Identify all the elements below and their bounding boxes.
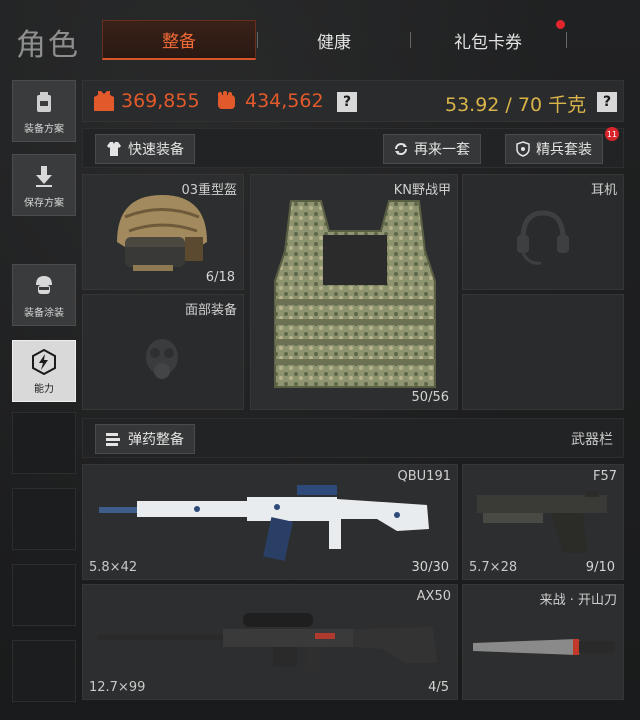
weapon-bar-label: 武器栏 — [571, 432, 613, 448]
armor-slot[interactable]: KN野战甲 50/56 — [250, 174, 458, 410]
sidearm-name: F57 — [592, 469, 617, 484]
secondary-weapon-caliber: 12.7×99 — [89, 680, 146, 695]
tab-health[interactable]: 健康 — [258, 20, 410, 60]
ammo-icon — [106, 433, 120, 446]
sidearm-slot[interactable]: F57 5.7×28 9/10 — [462, 464, 624, 580]
face-name: 面部装备 — [184, 303, 237, 318]
primary-weapon-caliber: 5.8×42 — [89, 560, 138, 575]
helmet-name: 03重型盔 — [181, 183, 237, 198]
sidebar-item-ability[interactable]: 能力 — [12, 340, 76, 402]
armor-value: 369,855 — [121, 90, 200, 112]
armor-vest-image — [274, 200, 436, 388]
lightning-icon — [32, 349, 56, 375]
sidebar-item-label: 能力 — [34, 384, 54, 395]
help-button[interactable]: ? — [337, 92, 357, 112]
stats-bar: 369,855 434,562 ? 53.92 / 70 千克 ? — [82, 80, 624, 122]
again-label: 再来一套 — [414, 142, 470, 158]
rifle-image — [99, 485, 429, 561]
tab-gift-cards[interactable]: 礼包卡券 — [412, 20, 564, 60]
sidebar-item-loadout[interactable]: 装备方案 — [12, 80, 76, 142]
helmet-durability: 6/18 — [205, 270, 235, 285]
weight-help-button[interactable]: ? — [597, 92, 617, 112]
sidebar-item-label: 保存方案 — [24, 198, 64, 209]
sidearm-caliber: 5.7×28 — [469, 560, 518, 575]
secondary-weapon-name: AX50 — [416, 589, 451, 604]
headset-name: 耳机 — [590, 183, 617, 198]
primary-weapon-ammo: 30/30 — [411, 560, 449, 575]
backpack-icon — [37, 92, 51, 112]
sidebar-empty-slot — [12, 412, 76, 474]
quick-equip-button[interactable]: 快速装备 — [95, 134, 195, 164]
helmet-image — [117, 195, 207, 271]
melee-slot[interactable]: 来战 · 开山刀 — [462, 584, 624, 700]
notification-dot — [556, 20, 565, 29]
sidebar-item-label: 装备方案 — [24, 124, 64, 135]
soldier-icon — [36, 276, 52, 294]
secondary-weapon-slot[interactable]: AX50 12.7×99 4/5 — [82, 584, 458, 700]
shield-icon — [516, 141, 530, 157]
melee-name: 来战 · 开山刀 — [539, 593, 617, 608]
armor-icon — [94, 91, 114, 111]
sidebar-item-save[interactable]: 保存方案 — [12, 154, 76, 216]
elite-set-button[interactable]: 精兵套装 — [505, 134, 603, 164]
ammo-prep-button[interactable]: 弹药整备 — [95, 424, 195, 454]
sidebar-empty-slot — [12, 564, 76, 626]
face-slot[interactable]: 面部装备 — [82, 294, 244, 410]
headset-slot[interactable]: 耳机 — [462, 174, 624, 290]
elite-badge: 11 — [605, 127, 619, 141]
sidebar-item-label: 装备涂装 — [24, 308, 64, 319]
sniper-image — [97, 613, 437, 671]
tab-divider — [566, 32, 567, 48]
fist-icon — [218, 91, 235, 109]
download-icon — [36, 166, 52, 187]
weight-value: 53.92 / 70 千克 — [445, 94, 587, 116]
sidebar-empty-slot — [12, 640, 76, 702]
primary-weapon-name: QBU191 — [397, 469, 451, 484]
ammo-row: 弹药整备 武器栏 — [82, 418, 624, 458]
tab-equip[interactable]: 整备 — [102, 20, 256, 60]
gas-mask-icon — [146, 339, 178, 379]
armor-durability: 50/56 — [411, 390, 449, 405]
elite-set-label: 精兵套装 — [536, 142, 592, 158]
empty-gear-slot[interactable] — [462, 294, 624, 410]
sidebar-empty-slot — [12, 488, 76, 550]
sidearm-ammo: 9/10 — [585, 560, 615, 575]
pistol-image — [477, 491, 607, 553]
quick-equip-label: 快速装备 — [128, 142, 184, 158]
ammo-prep-label: 弹药整备 — [128, 432, 184, 448]
top-bar: 角色 整备 健康 礼包卡券 — [0, 0, 640, 70]
fist-value: 434,562 — [245, 90, 324, 112]
armor-name: KN野战甲 — [393, 183, 451, 198]
page-title: 角色 — [16, 28, 80, 63]
primary-weapon-slot[interactable]: QBU191 5.8×42 30/30 — [82, 464, 458, 580]
refresh-icon — [395, 143, 407, 155]
helmet-slot[interactable]: 03重型盔 6/18 — [82, 174, 244, 290]
machete-image — [473, 639, 615, 655]
headset-icon — [517, 210, 569, 265]
tab-divider — [410, 32, 411, 48]
action-row: 快速装备 再来一套 精兵套装 11 — [82, 127, 624, 168]
sidebar-item-skins[interactable]: 装备涂装 — [12, 264, 76, 326]
again-button[interactable]: 再来一套 — [383, 134, 481, 164]
shirt-icon — [107, 142, 121, 156]
secondary-weapon-ammo: 4/5 — [428, 680, 449, 695]
